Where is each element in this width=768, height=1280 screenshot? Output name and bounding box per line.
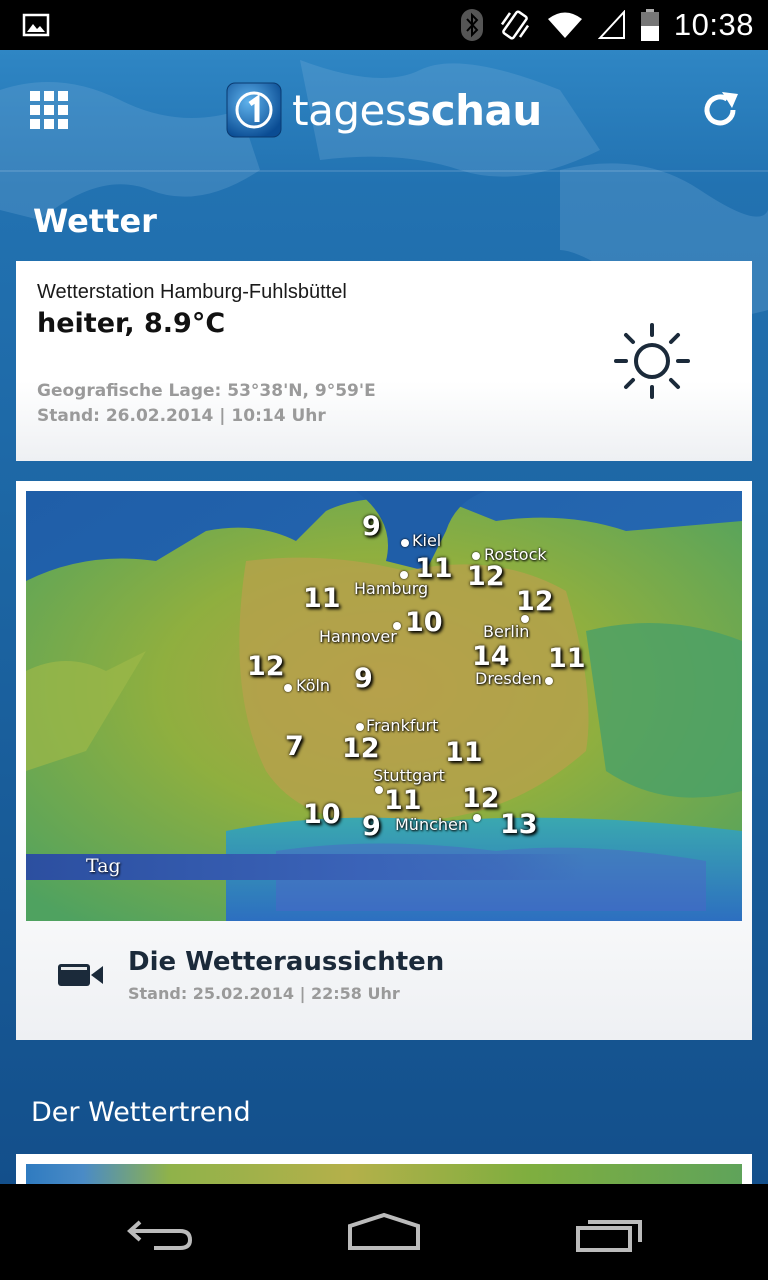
cell-signal-icon (597, 10, 625, 39)
toolbar: tagesschau (0, 50, 768, 170)
temperature-value: 9 (362, 811, 381, 842)
status-bar: 10:38 (0, 0, 768, 50)
temperature-value: 11 (445, 737, 483, 768)
city-dot (473, 814, 481, 822)
station-geo-location: Geografische Lage: 53°38'N, 9°59'E (37, 381, 376, 401)
home-icon[interactable] (346, 1212, 422, 1252)
app-screen: tagesschau Wetter Wetterstation Hamburg-… (0, 50, 768, 1184)
wifi-icon (547, 12, 582, 38)
image-notification-icon (22, 13, 50, 37)
temperature-value: 10 (303, 799, 341, 830)
temperature-value: 12 (467, 561, 505, 592)
recent-apps-icon[interactable] (574, 1214, 646, 1254)
weather-map-card[interactable]: Kiel Rostock Hamburg Hannover Berlin Köl… (16, 481, 752, 1040)
video-title[interactable]: Die Wetteraussichten (128, 947, 444, 977)
temperature-value: 11 (415, 553, 453, 584)
back-icon[interactable] (124, 1214, 196, 1250)
page-title: Wetter (33, 202, 157, 240)
temperature-value: 12 (247, 651, 285, 682)
bluetooth-icon (460, 9, 483, 41)
temperature-value: 7 (285, 731, 304, 762)
temperature-value: 12 (516, 586, 554, 617)
ard-one-logo-icon (226, 82, 282, 138)
clock: 10:38 (673, 7, 754, 42)
station-timestamp: Stand: 26.02.2014 | 10:14 Uhr (37, 406, 326, 426)
temperature-value: 9 (354, 663, 373, 694)
city-label-stuttgart: Stuttgart (373, 766, 445, 785)
city-label-koeln: Köln (296, 676, 331, 695)
temperature-value: 14 (472, 641, 510, 672)
temperature-value: 9 (362, 511, 381, 542)
temperature-value: 12 (462, 783, 500, 814)
video-camera-icon (58, 964, 103, 986)
refresh-icon[interactable] (700, 90, 740, 130)
city-dot (401, 539, 409, 547)
battery-icon (640, 9, 659, 41)
grid-menu-icon[interactable] (30, 91, 68, 129)
logo-wordmark: tagesschau (292, 85, 542, 135)
city-dot (375, 786, 383, 794)
city-label-muenchen: München (395, 815, 469, 834)
tagesschau-logo: tagesschau (226, 82, 542, 138)
city-dot (400, 571, 408, 579)
weather-trend-image[interactable] (26, 1164, 742, 1184)
city-dot (545, 677, 553, 685)
city-label-hannover: Hannover (319, 627, 397, 646)
city-dot (284, 684, 292, 692)
temperature-value: 12 (342, 733, 380, 764)
sun-icon (614, 323, 690, 399)
temperature-value: 13 (500, 809, 538, 840)
navigation-bar (0, 1184, 768, 1280)
city-dot (356, 723, 364, 731)
day-label: Tag (86, 855, 121, 877)
video-timestamp: Stand: 25.02.2014 | 22:58 Uhr (128, 984, 400, 1003)
vibrate-icon (500, 10, 529, 40)
weather-map-image[interactable]: Kiel Rostock Hamburg Hannover Berlin Köl… (26, 491, 742, 921)
weather-trend-card[interactable] (16, 1154, 752, 1184)
station-name: Wetterstation Hamburg-Fuhlsbüttel (37, 281, 347, 303)
station-condition: heiter, 8.9°C (37, 308, 226, 339)
section-title-wettertrend: Der Wettertrend (31, 1097, 251, 1128)
temperature-value: 11 (384, 785, 422, 816)
temperature-value: 10 (405, 607, 443, 638)
temperature-value: 11 (548, 643, 586, 674)
city-label-berlin: Berlin (483, 622, 530, 641)
toolbar-divider (0, 170, 768, 172)
temperature-value: 11 (303, 583, 341, 614)
city-dot (472, 552, 480, 560)
city-label-kiel: Kiel (412, 531, 442, 550)
weather-station-card[interactable]: Wetterstation Hamburg-Fuhlsbüttel heiter… (16, 261, 752, 461)
